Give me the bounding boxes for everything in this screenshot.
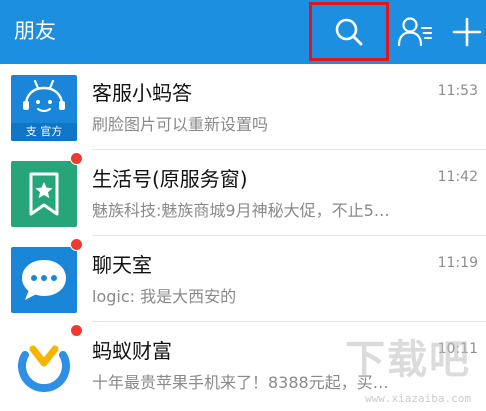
chat-time: 11:42: [437, 169, 478, 185]
add-button[interactable]: [452, 17, 482, 47]
alipay-logo-icon: 支: [25, 125, 37, 138]
chat-preview: 魅族科技:魅族商城9月神秘大促，不止5…: [92, 201, 390, 220]
chat-name: 蚂蚁财富: [92, 339, 172, 363]
chat-name: 生活号(原服务窗): [92, 167, 248, 191]
page-title: 朋友: [14, 19, 56, 43]
chat-time: 11:53: [437, 83, 478, 99]
chat-row-ant-fortune[interactable]: 蚂蚁财富 十年最贵苹果手机来了！8388元起，买… 10:11: [0, 322, 486, 408]
chat-name: 客服小蚂答: [92, 81, 192, 105]
contacts-icon: [397, 17, 432, 47]
customer-service-robot-icon: [23, 79, 65, 112]
ant-fortune-logo-icon: [18, 345, 70, 393]
unread-badge: [70, 152, 83, 165]
add-icon: [452, 17, 482, 47]
chat-preview: logic: 我是大西安的: [92, 287, 237, 306]
search-button[interactable]: [309, 2, 389, 61]
chat-row-customer-service[interactable]: 支 官方 客服小蚂答 刷脸图片可以重新设置吗 11:53: [0, 64, 486, 150]
chat-preview: 十年最贵苹果手机来了！8388元起，买…: [92, 373, 389, 392]
chat-time: 10:11: [437, 341, 478, 357]
app-header: 朋友: [0, 0, 486, 64]
chat-time: 11:19: [437, 255, 478, 271]
chat-bubble-icon: [22, 260, 66, 300]
unread-badge: [70, 324, 83, 337]
chat-name: 聊天室: [92, 253, 152, 277]
chat-list: 支 官方 客服小蚂答 刷脸图片可以重新设置吗 11:53 生活号(原服务窗) 魅…: [0, 64, 486, 411]
search-icon: [335, 18, 363, 45]
avatar: [11, 333, 77, 399]
official-tag: 支 官方: [11, 123, 77, 141]
avatar: 支 官方: [11, 75, 77, 141]
unread-badge: [70, 238, 83, 251]
chat-row-chatroom[interactable]: 聊天室 logic: 我是大西安的 11:19: [0, 236, 486, 322]
chat-preview: 刷脸图片可以重新设置吗: [92, 115, 269, 134]
contacts-button[interactable]: [397, 16, 435, 48]
chat-row-life-account[interactable]: 生活号(原服务窗) 魅族科技:魅族商城9月神秘大促，不止5… 11:42: [0, 150, 486, 236]
avatar: [11, 161, 77, 227]
avatar: [11, 247, 77, 313]
star-bookmark-icon: [29, 172, 59, 216]
